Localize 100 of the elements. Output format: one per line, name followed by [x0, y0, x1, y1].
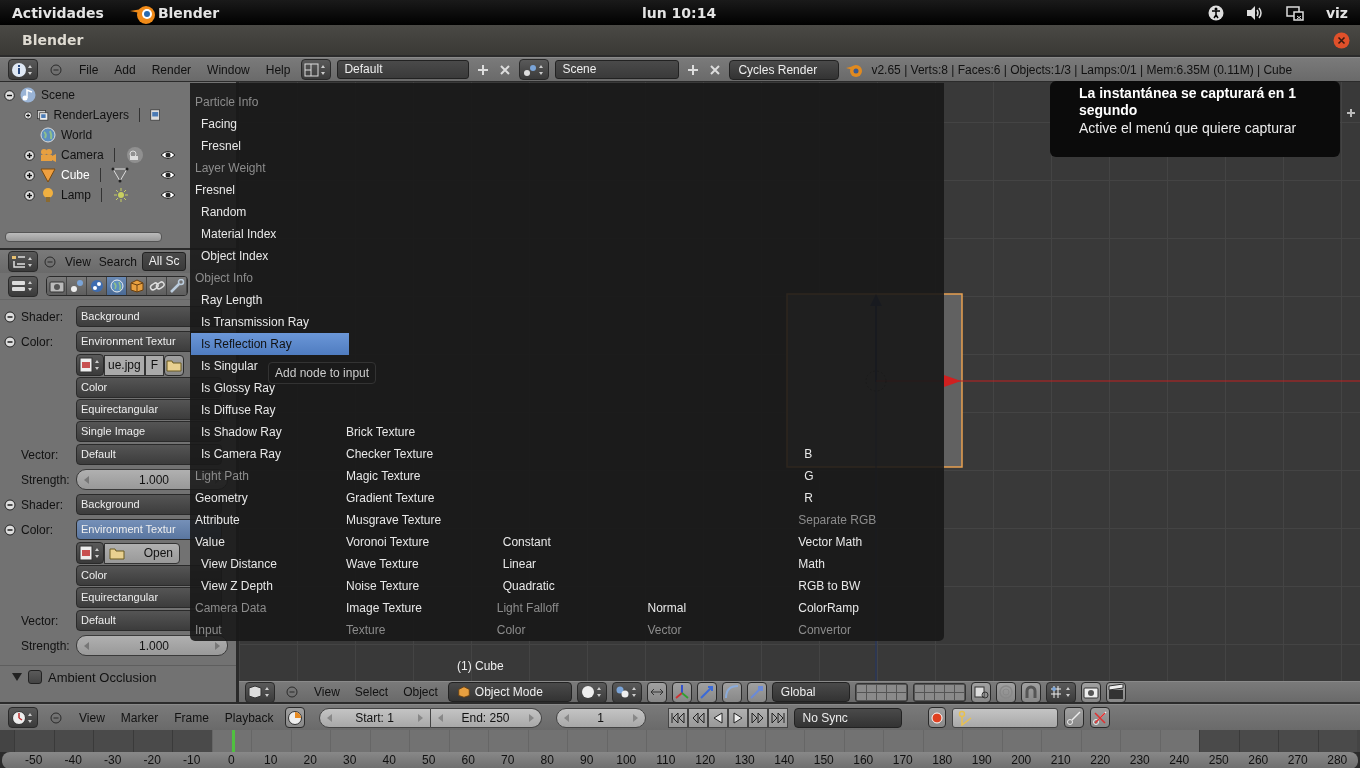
frame-range-cell[interactable] [409, 730, 449, 752]
scale-icon[interactable] [746, 682, 767, 702]
scene-type-button[interactable] [519, 59, 550, 80]
accessibility-icon[interactable] [1207, 4, 1224, 21]
menu-item[interactable]: Constant [491, 531, 643, 553]
clock-text[interactable]: lun 10:14 [642, 4, 717, 21]
header-menu[interactable]: View [62, 254, 94, 269]
disclosure-triangle-icon[interactable] [12, 672, 22, 682]
expand-toggle-icon[interactable] [4, 89, 15, 101]
layout-type-button[interactable] [301, 59, 332, 80]
header-menu[interactable]: Frame [169, 710, 214, 725]
frame-range-cell[interactable] [172, 730, 212, 752]
frame-range-cell[interactable] [1317, 730, 1357, 752]
menu-item[interactable]: Fresnel [190, 179, 341, 201]
panel-header[interactable]: Ambient Occlusion [0, 665, 236, 688]
editor-type-button[interactable] [8, 59, 38, 80]
magnet-icon[interactable] [1020, 682, 1041, 702]
header-menu[interactable]: Window [202, 62, 255, 77]
frame-range-cell[interactable] [1238, 730, 1278, 752]
frame-range-cell[interactable] [1080, 730, 1120, 752]
menu-item[interactable]: Facing [190, 113, 341, 135]
menu-item[interactable]: Math [793, 553, 944, 575]
properties-tab[interactable] [107, 277, 127, 295]
expand-toggle-icon[interactable] [24, 109, 33, 121]
menu-item[interactable]: Musgrave Texture [341, 509, 492, 531]
header-menu[interactable]: View [74, 710, 110, 725]
app-menu-button[interactable]: Blender [157, 4, 220, 21]
jump-start-icon[interactable] [667, 707, 688, 728]
menu-item[interactable]: Fresnel [190, 135, 341, 157]
frame-range-cell[interactable] [369, 730, 409, 752]
frame-range-cell[interactable] [1041, 730, 1081, 752]
collapse-icon[interactable] [4, 335, 16, 348]
frame-range-cell[interactable] [448, 730, 488, 752]
delete-keyframe-icon[interactable] [1089, 707, 1110, 728]
expand-toggle-icon[interactable] [24, 169, 35, 181]
frame-range-cell[interactable] [53, 730, 93, 752]
frame-range-cell[interactable] [804, 730, 844, 752]
axes-icon[interactable] [671, 682, 692, 702]
pivot-button[interactable] [611, 682, 642, 702]
open-file-button[interactable] [164, 354, 185, 376]
menu-item[interactable]: Is Reflection Ray [191, 333, 349, 355]
menu-item[interactable]: Wave Texture [341, 553, 492, 575]
activities-button[interactable]: Actividades [12, 4, 104, 21]
frame-range-cell[interactable] [1278, 730, 1318, 752]
menu-item[interactable]: Brick Texture [341, 421, 492, 443]
menu-item[interactable]: RGB to BW [793, 575, 944, 597]
record-icon[interactable] [927, 707, 946, 728]
eye-icon[interactable] [160, 189, 176, 201]
render-engine-dropdown[interactable]: Cycles Render [729, 59, 840, 80]
play-icon[interactable] [727, 707, 748, 728]
eye-icon[interactable] [160, 169, 176, 181]
lock-icon[interactable] [970, 682, 991, 702]
frame-range-cell[interactable] [606, 730, 646, 752]
menu-item[interactable]: Vector Math [793, 531, 944, 553]
user-menu-button[interactable]: viz [1325, 4, 1348, 21]
properties-tab[interactable] [87, 277, 107, 295]
menu-item[interactable]: Random [190, 201, 341, 223]
image-browse-button[interactable] [76, 354, 104, 376]
close-icon[interactable] [1333, 32, 1350, 49]
properties-tab[interactable] [47, 277, 67, 295]
menu-item[interactable]: R [793, 487, 944, 509]
frame-range-cell[interactable] [1120, 730, 1160, 752]
menu-item[interactable]: ColorRamp [793, 597, 944, 619]
collapse-icon[interactable] [4, 498, 16, 511]
menu-item[interactable]: Material Index [190, 223, 341, 245]
layout-field[interactable]: Default [337, 60, 470, 79]
image-name-field[interactable]: ue.jpg [104, 354, 145, 376]
menu-item[interactable]: Checker Texture [341, 443, 492, 465]
frame-range-cell[interactable] [290, 730, 330, 752]
menu-item[interactable]: Magic Texture [341, 465, 492, 487]
menu-item[interactable]: Quadratic [491, 575, 643, 597]
plus-icon[interactable] [1346, 108, 1356, 118]
header-menu[interactable]: Select [349, 685, 394, 699]
snap-element-button[interactable] [1045, 682, 1076, 702]
menu-item[interactable]: G [793, 465, 944, 487]
image-browse-button[interactable] [76, 542, 104, 564]
frame-range-cell[interactable] [1159, 730, 1199, 752]
editor-type-button[interactable] [8, 707, 38, 728]
frame-range-cell[interactable] [922, 730, 962, 752]
frame-range-cell[interactable] [251, 730, 291, 752]
keying-set-field[interactable] [951, 707, 1058, 728]
layer-grid[interactable] [854, 682, 908, 702]
frame-range-cell[interactable] [646, 730, 686, 752]
shading-button[interactable] [576, 682, 607, 702]
layer-grid[interactable] [912, 682, 966, 702]
proportional-edit-icon[interactable] [995, 682, 1016, 702]
volume-icon[interactable] [1245, 4, 1264, 21]
frame-range-cell[interactable] [1199, 730, 1239, 752]
header-menu[interactable]: Render [146, 62, 197, 77]
header-menu[interactable]: Object [398, 685, 443, 699]
manipulator-toggle-icon[interactable] [646, 682, 667, 702]
frame-range-cell[interactable] [567, 730, 607, 752]
menu-item[interactable]: Voronoi Texture [341, 531, 492, 553]
timeline-track[interactable] [0, 730, 1360, 752]
scope-dropdown[interactable]: All Sc [141, 252, 186, 271]
frame-range-cell[interactable] [764, 730, 804, 752]
render-camera-icon[interactable] [1080, 682, 1101, 702]
editor-type-button[interactable] [8, 251, 38, 272]
mode-dropdown[interactable]: Object Mode [447, 682, 572, 702]
rewind-icon[interactable] [687, 707, 708, 728]
